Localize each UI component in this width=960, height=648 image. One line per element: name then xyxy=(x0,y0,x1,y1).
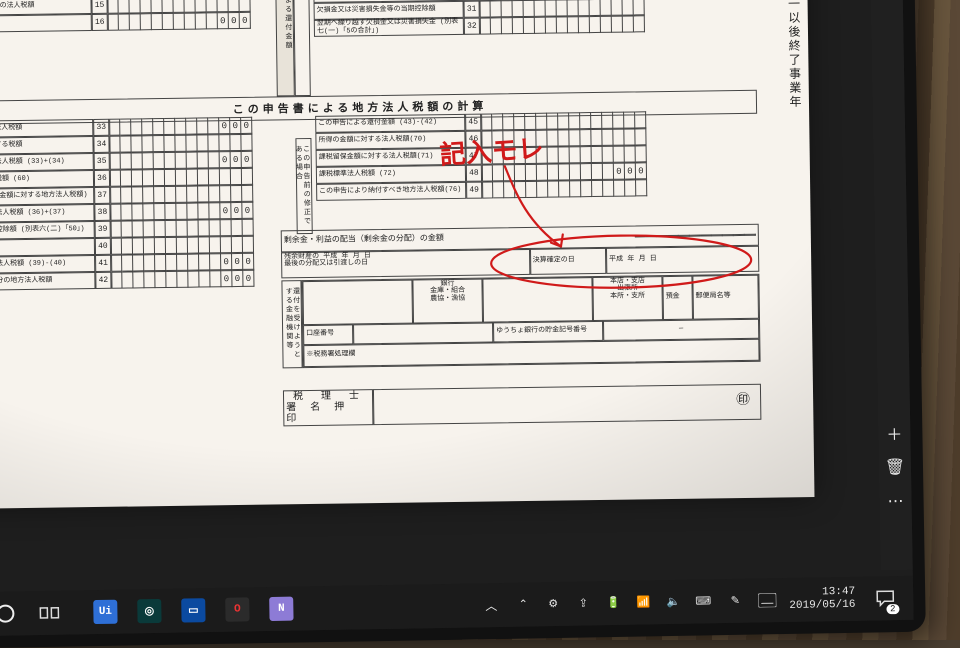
notif-badge: 2 xyxy=(886,604,900,614)
taskbar-app-opera[interactable]: O xyxy=(217,587,258,632)
form-era-strip: 平三十・四・一以後終了事業年度等分 xyxy=(764,0,805,118)
left-upper-block: 法人税額計 (4)+(5)+(7)+(9) 10 控除税額 12 差引法人税額 … xyxy=(0,0,272,33)
dividend-block: 剰余金・利益の配当（剰余金の分配）の金額 残余財産の 平成 年 月 日 最後の分… xyxy=(281,224,760,279)
tax-form-page[interactable]: 平三十・四・一以後終了事業年度等分 法人税額計 (4)+(5)+(7)+(9) … xyxy=(0,0,814,509)
seal-mark: ㊞ xyxy=(736,394,750,410)
yucho-lbl: ゆうちょ銀行の貯金記号番号 xyxy=(493,321,603,343)
ime-icon[interactable] xyxy=(757,590,777,610)
tray-icon-5[interactable]: 🔈 xyxy=(663,592,683,612)
windows-taskbar: Ui ◎ ▭ O N ︿ ⌃ ⚙ ⇪ 🔋 📶 🔈 ⌨ ✎ 13:47 2019/05/16 xyxy=(0,576,914,636)
bank-col2: 本店・支店出張所本所・支所 xyxy=(592,276,663,321)
vstrip-mid: この申告前の修正である場合 xyxy=(295,138,312,234)
tray-icon-4[interactable]: 📶 xyxy=(633,592,653,612)
taskbar-clock[interactable]: 13:47 2019/05/16 xyxy=(789,586,855,614)
kessan-kakutei-date-field[interactable]: 平成 年 月 日 xyxy=(606,246,759,274)
mid-upper-block: 中間納付額 (15)-(14) 26 欠損金の繰戻しによる還付請求税額 27 計… xyxy=(312,0,756,37)
vstrip-left1: 差引中間申告による還付金額 xyxy=(274,0,294,96)
pen-tray-icon[interactable]: ✎ xyxy=(725,591,745,611)
add-page-button[interactable]: ＋ xyxy=(885,424,903,442)
refund-vlabel: 還付を受けようとする金融機関等 xyxy=(281,280,302,368)
vstrip-left2: この申告該当の xyxy=(292,0,310,96)
residual-date-left2: 最後の分配又は引渡しの日 xyxy=(284,261,368,270)
tray-icon-1[interactable]: ⚙ xyxy=(543,594,563,614)
tray-icon-0[interactable]: ⌃ xyxy=(513,594,533,614)
more-button[interactable]: ⋯ xyxy=(886,492,904,510)
start-button[interactable] xyxy=(0,591,26,636)
account-no-lbl: 口座番号 xyxy=(303,324,353,345)
yucho-dash: — xyxy=(603,319,759,341)
tax-accountant-sign: 税 理 士 署 名 押 印 ㊞ xyxy=(283,384,761,427)
ink-toolbar: ＋ 🗑 ⋯ xyxy=(870,0,913,570)
tray-up-icon[interactable]: ︿ xyxy=(481,595,501,615)
tray-icon-2[interactable]: ⇪ xyxy=(573,593,593,613)
tablet-screen: 平三十・四・一以後終了事業年度等分 法人税額計 (4)+(5)+(7)+(9) … xyxy=(0,0,914,636)
right-lower-block: この申告による還付金額 (43)-(42) 45 所得の金額に対する法人税額(7… xyxy=(315,110,758,201)
form-row-16: 16 000 xyxy=(0,12,272,33)
tray-icon-3[interactable]: 🔋 xyxy=(603,593,623,613)
bank-col1: 銀行金庫・組合農協・漁協 xyxy=(412,279,483,324)
taskbar-app-ui-app[interactable]: Ui xyxy=(85,590,126,635)
form-row-42: 中間申告分の地方法人税額 42 000 xyxy=(0,269,275,290)
bank-deposit-lbl: 預金 xyxy=(662,276,693,320)
trash-button[interactable]: 🗑 xyxy=(886,458,904,476)
task-view-button[interactable] xyxy=(29,591,70,636)
bank-post-lbl: 郵便局名等 xyxy=(692,275,759,320)
kessan-kakutei-label: 決算確定の日 xyxy=(530,248,607,275)
action-center-button[interactable]: 2 xyxy=(867,576,904,621)
refund-bank-block: 還付を受けようとする金融機関等 銀行金庫・組合農協・漁協 本店・支店出張所本所・… xyxy=(281,274,760,369)
taskbar-app-notes-app[interactable]: N xyxy=(261,586,302,631)
taskbar-app-monitor-app[interactable]: ▭ xyxy=(173,588,214,633)
taskbar-app-target-app[interactable]: ◎ xyxy=(129,589,170,634)
left-lower-block: 課税標準法人税額 33 000 同上に対する税額 34 課税標準法人税額 (33… xyxy=(0,116,275,290)
tray-icon-6[interactable]: ⌨ xyxy=(693,591,713,611)
tablet-device: 平三十・四・一以後終了事業年度等分 法人税額計 (4)+(5)+(7)+(9) … xyxy=(0,0,926,648)
